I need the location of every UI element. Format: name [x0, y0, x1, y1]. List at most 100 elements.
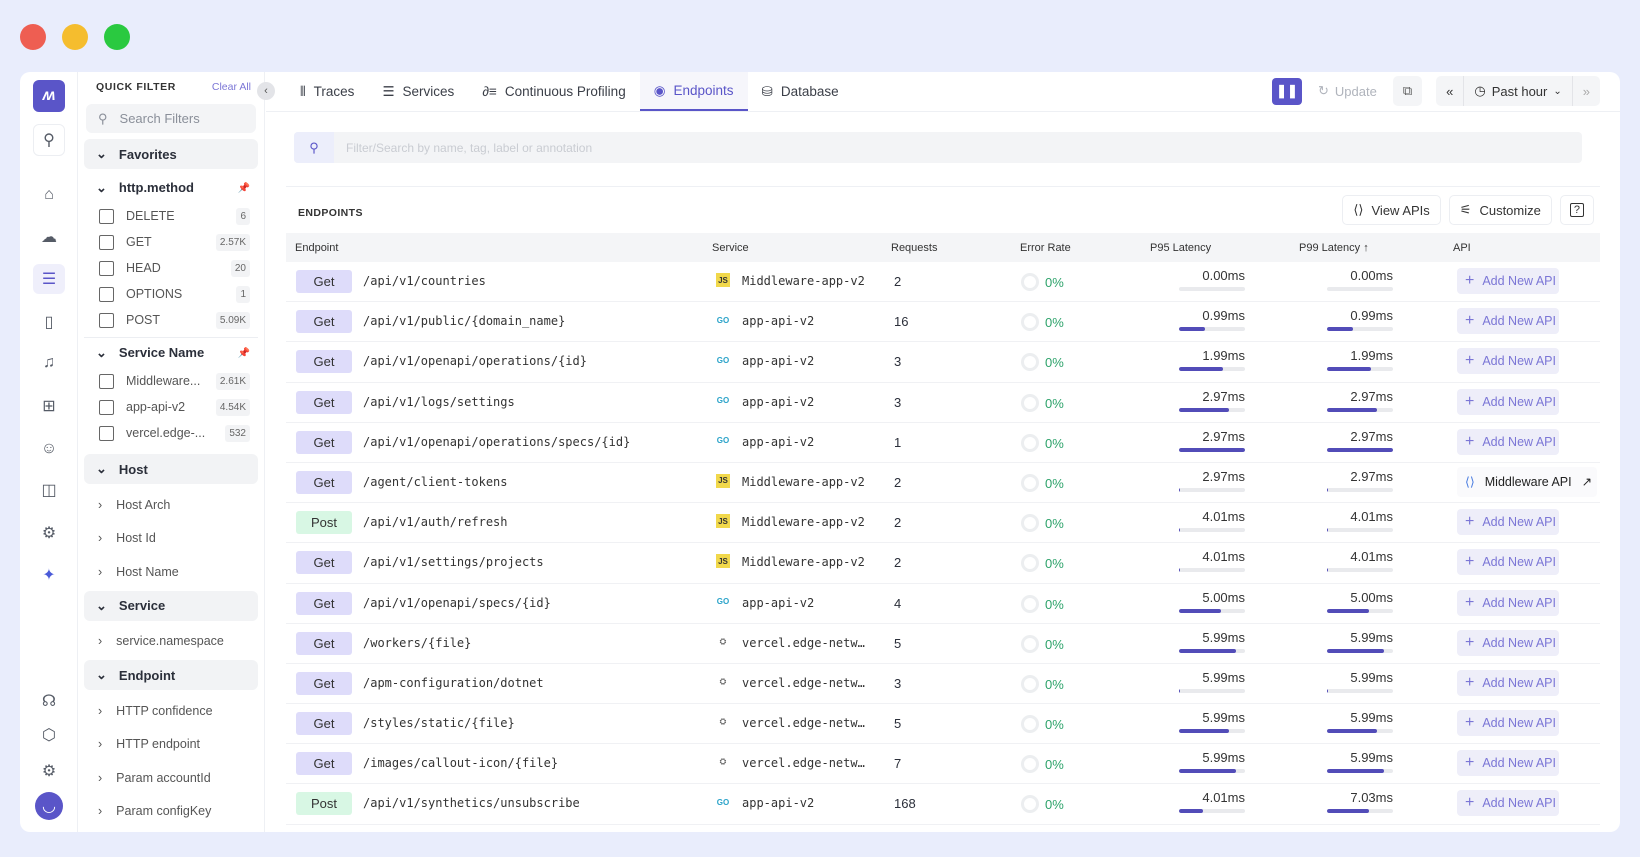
api-link[interactable]: ⟨⟩ Middleware API ↗: [1457, 466, 1597, 497]
table-row[interactable]: Get /api/v1/settings/projects JS Middlew…: [286, 543, 1600, 584]
logs-icon[interactable]: ▯: [33, 307, 65, 337]
endpoint-path[interactable]: /api/v1/openapi/operations/{id}: [363, 354, 587, 368]
filter-option[interactable]: OPTIONS 1: [84, 281, 258, 307]
next-range-button[interactable]: »: [1571, 76, 1600, 106]
filter-option[interactable]: GET 2.57K: [84, 229, 258, 255]
table-row[interactable]: Get /api/v1/openapi/operations/specs/{id…: [286, 423, 1600, 463]
update-button[interactable]: ↻ Update: [1308, 76, 1387, 106]
filter-http-method[interactable]: ⌄ http.method 📌: [84, 173, 258, 203]
service-name[interactable]: vercel.edge-netwo...: [742, 716, 872, 730]
infrastructure-icon[interactable]: ☁: [33, 222, 65, 252]
filter-option[interactable]: Middleware... 2.61K: [84, 368, 258, 394]
add-new-api-button[interactable]: + Add New API: [1457, 629, 1559, 656]
filter-attribute[interactable]: › Host Id: [84, 522, 258, 556]
add-new-api-button[interactable]: + Add New API: [1457, 710, 1559, 737]
checkbox[interactable]: [99, 425, 114, 441]
service-name[interactable]: Middleware-app-v2: [742, 475, 872, 489]
col-requests[interactable]: Requests: [891, 242, 937, 254]
filter-attribute[interactable]: › HTTP confidence: [84, 694, 258, 728]
tab-services[interactable]: ☰ Services: [368, 72, 468, 111]
col-p99-latency[interactable]: P99 Latency ↑: [1299, 242, 1369, 254]
home-icon[interactable]: ⌂: [33, 180, 65, 210]
checkbox[interactable]: [99, 286, 114, 302]
filter-option[interactable]: HEAD 20: [84, 255, 258, 281]
checkbox[interactable]: [99, 312, 114, 328]
checkbox[interactable]: [99, 373, 114, 389]
service-name[interactable]: app-api-v2: [742, 596, 872, 610]
alerts-icon[interactable]: ♫: [33, 348, 65, 378]
checkbox[interactable]: [99, 260, 114, 276]
endpoint-path[interactable]: /styles/static/{file}: [363, 716, 515, 730]
time-range-dropdown[interactable]: ◷ Past hour ⌄: [1464, 83, 1571, 99]
filter-option[interactable]: vercel.edge-... 532: [84, 420, 258, 446]
filter-attribute[interactable]: › Param accountId: [84, 761, 258, 795]
table-row[interactable]: Get /api/v1/logs/settings GO app-api-v2 …: [286, 383, 1600, 423]
service-name[interactable]: Middleware-app-v2: [742, 515, 872, 529]
maximize-window-button[interactable]: [104, 24, 130, 50]
rum-icon[interactable]: ◫: [33, 475, 65, 505]
pin-icon[interactable]: 📌: [238, 348, 250, 359]
pause-button[interactable]: ❚❚: [1272, 77, 1303, 105]
add-new-api-button[interactable]: + Add New API: [1457, 589, 1559, 616]
tab-continuous-profiling[interactable]: ∂≡ Continuous Profiling: [468, 72, 639, 111]
chip-icon[interactable]: ⚙: [33, 518, 65, 548]
col-endpoint[interactable]: Endpoint: [295, 242, 338, 254]
package-icon[interactable]: ⬡: [33, 720, 65, 750]
filter-service-name[interactable]: ⌄ Service Name 📌: [84, 338, 258, 368]
filter-attribute[interactable]: › Host Arch: [84, 488, 258, 522]
group-host[interactable]: ⌄ Host: [84, 454, 258, 484]
clear-all-link[interactable]: Clear All: [212, 81, 251, 93]
col-error-rate[interactable]: Error Rate: [1020, 242, 1071, 254]
endpoint-path[interactable]: /api/v1/auth/refresh: [363, 515, 508, 529]
checkbox[interactable]: [99, 234, 114, 250]
previous-range-button[interactable]: «: [1436, 76, 1465, 106]
endpoint-path[interactable]: /images/callout-icon/{file}: [363, 756, 558, 770]
add-new-api-button[interactable]: + Add New API: [1457, 790, 1559, 817]
table-row[interactable]: Get /api/v1/public/{domain_name} GO app-…: [286, 302, 1600, 343]
copy-button[interactable]: ⧉: [1392, 76, 1423, 106]
filter-option[interactable]: app-api-v2 4.54K: [84, 394, 258, 420]
search-icon[interactable]: ⚲: [33, 124, 65, 156]
table-row[interactable]: Get /agent/client-tokens JS Middleware-a…: [286, 463, 1600, 504]
service-name[interactable]: app-api-v2: [742, 354, 872, 368]
logo-icon[interactable]: ʍ: [33, 80, 65, 112]
endpoint-path[interactable]: /agent/client-tokens: [363, 475, 508, 489]
endpoint-path[interactable]: /api/v1/countries: [363, 274, 486, 288]
customize-button[interactable]: ⚟ Customize: [1448, 195, 1552, 225]
tab-database[interactable]: ⛁ Database: [748, 72, 853, 111]
service-name[interactable]: app-api-v2: [742, 796, 872, 810]
endpoint-path[interactable]: /api/v1/synthetics/unsubscribe: [363, 796, 580, 810]
tab-traces[interactable]: ⫴ Traces: [286, 72, 368, 111]
checkbox[interactable]: [99, 208, 114, 224]
add-new-api-button[interactable]: + Add New API: [1457, 509, 1559, 536]
checkbox[interactable]: [99, 399, 114, 415]
service-name[interactable]: vercel.edge-netwo...: [742, 636, 872, 650]
endpoint-path[interactable]: /workers/{file}: [363, 636, 471, 650]
service-name[interactable]: vercel.edge-netwo...: [742, 756, 872, 770]
table-row[interactable]: Get /apm-configuration/dotnet ⛭ vercel.e…: [286, 664, 1600, 705]
group-favorites[interactable]: ⌄ Favorites: [84, 139, 258, 169]
filter-attribute[interactable]: › HTTP endpoint: [84, 728, 258, 762]
close-window-button[interactable]: [20, 24, 46, 50]
table-row[interactable]: Get /api/v1/countries JS Middleware-app-…: [286, 262, 1600, 303]
table-row[interactable]: Post /api/v1/auth/refresh JS Middleware-…: [286, 503, 1600, 544]
apm-icon[interactable]: ☰: [33, 264, 65, 294]
col-p95-latency[interactable]: P95 Latency: [1150, 242, 1211, 254]
search-filters-input[interactable]: ⚲ Search Filters: [86, 104, 256, 133]
endpoint-path[interactable]: /api/v1/public/{domain_name}: [363, 314, 565, 328]
service-name[interactable]: app-api-v2: [742, 395, 872, 409]
filter-option[interactable]: POST 5.09K: [84, 307, 258, 333]
ai-sparkle-icon[interactable]: ✦: [33, 560, 65, 590]
service-name[interactable]: app-api-v2: [742, 314, 872, 328]
filter-attribute[interactable]: › service.namespace: [84, 625, 258, 659]
add-new-api-button[interactable]: + Add New API: [1457, 348, 1559, 375]
service-name[interactable]: Middleware-app-v2: [742, 274, 872, 288]
tab-endpoints[interactable]: ◉ Endpoints: [639, 72, 748, 111]
dashboard-add-icon[interactable]: ⊞: [33, 391, 65, 421]
service-name[interactable]: vercel.edge-netwo...: [742, 676, 872, 690]
avatar-icon[interactable]: ◡: [35, 792, 63, 820]
service-name[interactable]: Middleware-app-v2: [742, 555, 872, 569]
endpoint-path[interactable]: /api/v1/openapi/operations/specs/{id}: [363, 435, 630, 449]
table-row[interactable]: Get /styles/static/{file} ⛭ vercel.edge-…: [286, 704, 1600, 745]
add-new-api-button[interactable]: + Add New API: [1457, 750, 1559, 777]
